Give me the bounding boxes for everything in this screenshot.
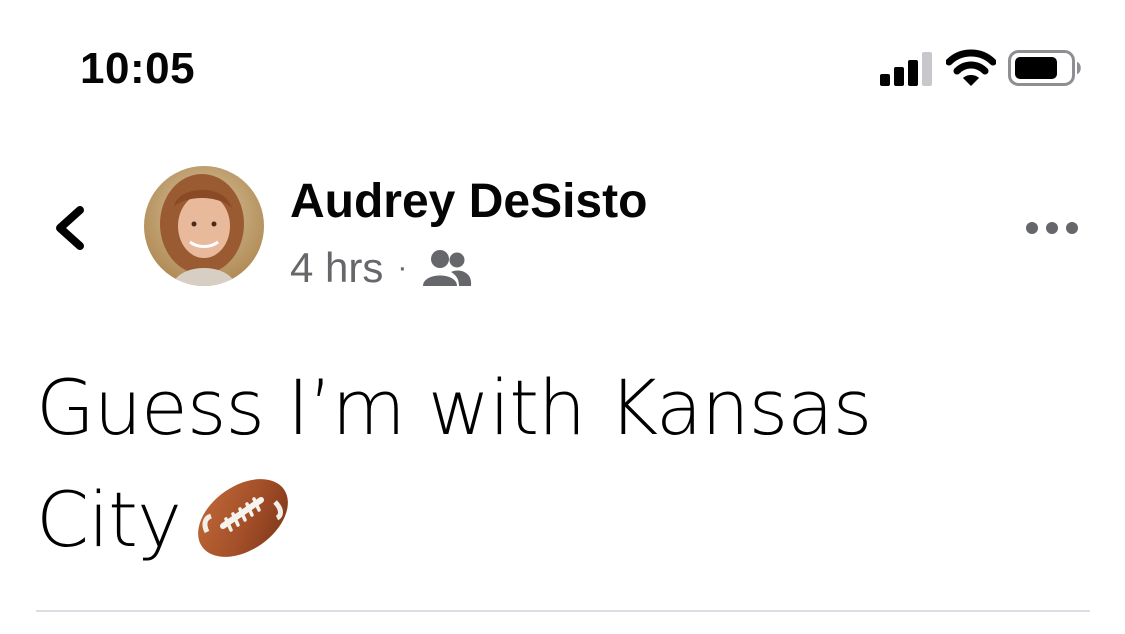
back-chevron-icon[interactable] — [44, 200, 100, 256]
more-options-icon[interactable] — [1020, 208, 1084, 248]
post-text-line-2: City — [36, 475, 182, 564]
meta-separator: · — [397, 251, 408, 284]
status-time: 10:05 — [80, 44, 196, 93]
american-football-icon — [198, 479, 288, 557]
battery-icon — [1008, 50, 1081, 86]
post-text: Guess I’m with Kansas City — [36, 352, 996, 576]
post-timestamp[interactable]: 4 hrs — [290, 244, 383, 292]
post-meta: 4 hrs · — [290, 244, 473, 292]
post-text-line-1: Guess I’m with Kansas — [36, 363, 872, 452]
post-text-line-2-wrapper: City — [36, 464, 996, 576]
author-name[interactable]: Audrey DeSisto — [290, 174, 647, 230]
divider — [36, 610, 1090, 612]
status-bar: 10:05 — [0, 0, 1125, 120]
avatar[interactable] — [144, 166, 264, 286]
friends-icon[interactable] — [421, 248, 473, 288]
signal-icon — [880, 52, 932, 86]
wifi-icon — [946, 49, 996, 86]
post-header: Audrey DeSisto 4 hrs · — [0, 160, 1125, 300]
